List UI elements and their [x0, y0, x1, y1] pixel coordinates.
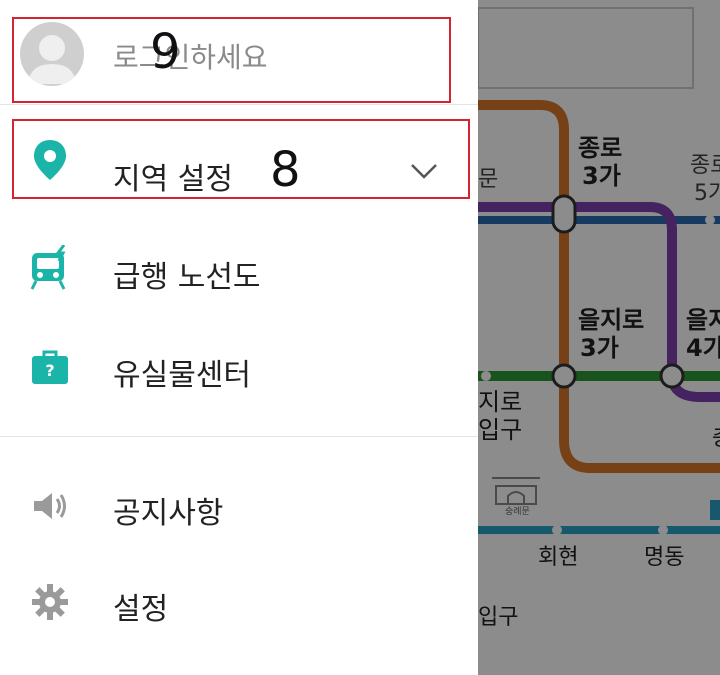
menu-item-settings[interactable]: 설정: [0, 562, 478, 642]
express-train-icon: [30, 245, 70, 290]
divider: [0, 104, 478, 105]
lost-and-found-icon: ?: [30, 348, 70, 388]
menu-item-lost-and-found[interactable]: ? 유실물센터: [0, 330, 478, 410]
annotation-number: 9: [150, 24, 181, 80]
annotation-box-login: [12, 17, 451, 103]
annotation-number: 8: [270, 142, 301, 198]
menu-item-label: 유실물센터: [113, 358, 251, 393]
menu-item-label: 설정: [113, 592, 169, 627]
menu-item-notices[interactable]: 공지사항: [0, 466, 478, 546]
speaker-icon: [30, 486, 70, 526]
gear-icon: [30, 582, 70, 622]
annotation-box-region: [12, 119, 470, 199]
menu-item-express-map[interactable]: 급행 노선도: [0, 230, 478, 310]
svg-text:?: ?: [45, 361, 54, 380]
menu-item-label: 급행 노선도: [113, 260, 261, 295]
menu-item-label: 공지사항: [113, 496, 224, 531]
divider: [0, 436, 478, 437]
